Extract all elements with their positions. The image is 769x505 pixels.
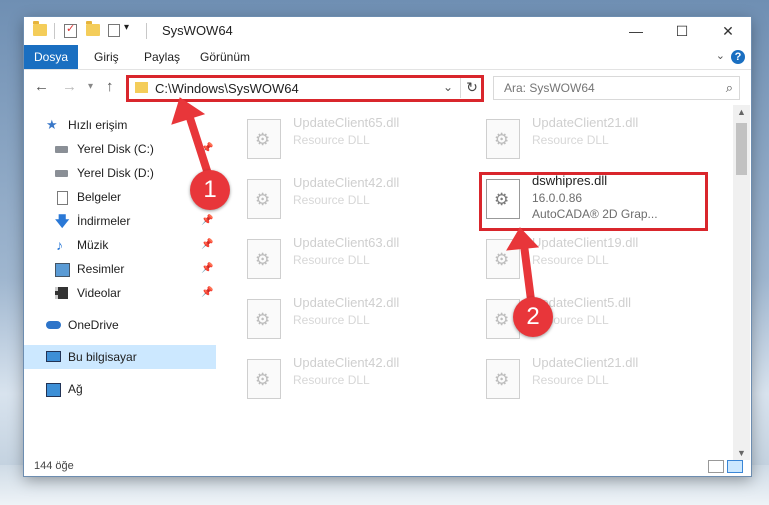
arrow-2-shaft — [520, 241, 535, 304]
arrow-2-head — [506, 227, 540, 251]
annotation-arrows — [171, 97, 540, 304]
step-1-badge: 1 — [190, 170, 230, 210]
step-2-badge: 2 — [513, 297, 553, 337]
